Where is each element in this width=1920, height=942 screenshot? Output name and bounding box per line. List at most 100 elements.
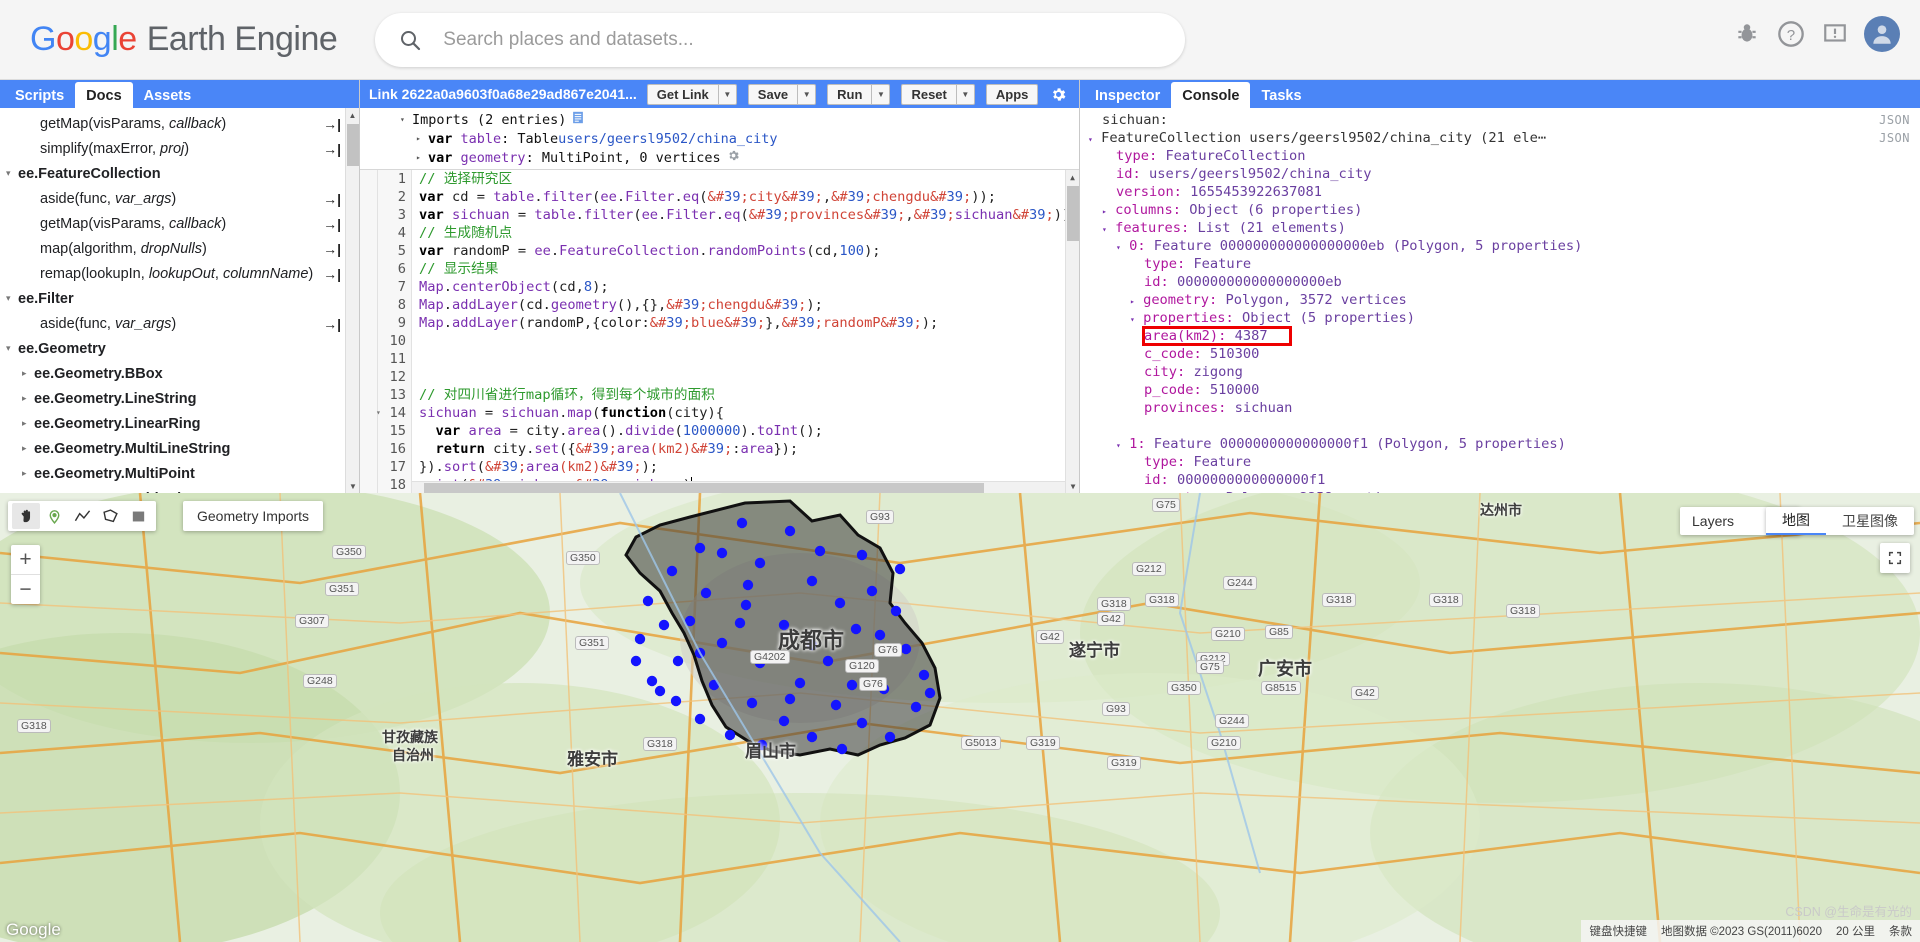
code-area[interactable]: 1234567891011121314▾1516171819202122 // … xyxy=(360,170,1079,493)
map-terms-link[interactable]: 条款 xyxy=(1889,923,1912,939)
code-line[interactable]: Map.centerObject(cd,8); xyxy=(419,278,1079,296)
code-line[interactable]: var cd = table.filter(ee.Filter.eq(&#39;… xyxy=(419,188,1079,206)
console-line[interactable]: ▾ 0: Feature 000000000000000000eb (Polyg… xyxy=(1080,237,1920,255)
polygon-draw-icon[interactable] xyxy=(96,503,124,529)
docs-tree-item[interactable]: getMap(visParams, callback) →| xyxy=(0,111,359,136)
code-line[interactable]: var area = city.area().divide(1000000).t… xyxy=(419,422,1079,440)
chevron-right-icon[interactable]: ▸ xyxy=(1130,297,1135,306)
chevron-right-icon[interactable]: ▸ xyxy=(1102,207,1107,216)
code-line[interactable]: }).sort(&#39;area(km2)&#39;); xyxy=(419,458,1079,476)
docs-tree-item[interactable]: ▾ ee.Filter xyxy=(0,286,359,311)
chevron-right-icon[interactable]: ▸ xyxy=(22,468,34,479)
avatar[interactable] xyxy=(1864,16,1900,52)
geometry-imports-button[interactable]: Geometry Imports xyxy=(183,501,324,531)
fullscreen-button[interactable] xyxy=(1880,543,1910,573)
point-marker-icon[interactable] xyxy=(40,503,68,529)
code-line[interactable]: // 选择研究区 xyxy=(419,170,1079,188)
basemap-satellite-button[interactable]: 卫星图像 xyxy=(1826,507,1914,535)
docs-tree-item[interactable]: remap(lookupIn, lookupOut, columnName) →| xyxy=(0,261,359,286)
chevron-down-icon[interactable]: ▾ xyxy=(6,293,18,304)
code-line[interactable]: Map.addLayer(cd.geometry(),{},&#39;cheng… xyxy=(419,296,1079,314)
console-line[interactable]: ▾ properties: Object (5 properties) xyxy=(1080,309,1920,327)
console-line[interactable]: version: 1655453922637081 xyxy=(1080,183,1920,201)
code-horizontal-scrollbar[interactable] xyxy=(412,481,1065,493)
scroll-up-icon[interactable]: ▲ xyxy=(346,108,359,122)
rectangle-draw-icon[interactable] xyxy=(124,503,152,529)
docs-tree-item[interactable]: map(algorithm, dropNulls) →| xyxy=(0,236,359,261)
pan-hand-icon[interactable] xyxy=(12,503,40,529)
code-scroll-thumb[interactable] xyxy=(1067,186,1079,241)
console-line[interactable]: ▾ 1: Feature 0000000000000000f1 (Polygon… xyxy=(1080,435,1920,453)
import-expand-icon[interactable]: ▸ xyxy=(416,134,428,143)
chevron-down-icon[interactable]: ▾ xyxy=(1102,225,1107,234)
imports-doc-icon[interactable] xyxy=(572,111,584,128)
console-line[interactable]: id: 0000000000000000f1 xyxy=(1080,471,1920,489)
chevron-right-icon[interactable]: ▸ xyxy=(22,368,34,379)
geometry-settings-icon[interactable] xyxy=(727,149,740,166)
code-line[interactable]: // 生成随机点 xyxy=(419,224,1079,242)
map-canvas[interactable] xyxy=(0,493,1920,942)
docs-tree-item[interactable]: ▸ ee.Geometry.MultiPoint xyxy=(0,461,359,486)
line-draw-icon[interactable] xyxy=(68,503,96,529)
console-line[interactable]: type: Feature xyxy=(1080,453,1920,471)
apps-button[interactable]: Apps xyxy=(985,83,1039,105)
imports-header[interactable]: ▾ Imports (2 entries) xyxy=(360,110,1079,129)
code-line[interactable]: Map.addLayer(randomP,{color:&#39;blue&#3… xyxy=(419,314,1079,332)
run-caret-icon[interactable]: ▼ xyxy=(872,83,891,105)
json-badge[interactable]: JSON xyxy=(1879,111,1910,129)
console-line[interactable]: type: Feature xyxy=(1080,255,1920,273)
docs-tree-item[interactable]: ▸ ee.Geometry.LineString xyxy=(0,386,359,411)
console-line[interactable]: id: 000000000000000000eb xyxy=(1080,273,1920,291)
code-line[interactable]: var randomP = ee.FeatureCollection.rando… xyxy=(419,242,1079,260)
scroll-thumb[interactable] xyxy=(347,124,359,166)
map-view[interactable]: Geometry Imports + − Layers 地图 卫星图像 Goog… xyxy=(0,493,1920,942)
docs-tree-item[interactable]: aside(func, var_args) →| xyxy=(0,311,359,336)
chevron-right-icon[interactable]: ▸ xyxy=(22,393,34,404)
tab-tasks[interactable]: Tasks xyxy=(1250,82,1312,108)
chevron-down-icon[interactable]: ▾ xyxy=(1130,315,1135,324)
reset-caret-icon[interactable]: ▼ xyxy=(956,83,975,105)
console-line[interactable]: type: FeatureCollection xyxy=(1080,147,1920,165)
code-line[interactable]: // 对四川省进行map循环，得到每个城市的面积 xyxy=(419,386,1079,404)
docs-tree-item[interactable]: ▾ ee.Geometry xyxy=(0,336,359,361)
chevron-down-icon[interactable]: ▾ xyxy=(1088,135,1093,144)
code-scroll-down-icon[interactable]: ▼ xyxy=(1066,479,1079,493)
feedback-icon[interactable] xyxy=(1820,19,1850,49)
import-asset-path[interactable]: users/geersl9502/china_city xyxy=(558,131,777,147)
get-link-caret-icon[interactable]: ▼ xyxy=(718,83,737,105)
code-fold-icon[interactable]: ▾ xyxy=(376,404,381,422)
reset-button[interactable]: Reset xyxy=(901,83,957,105)
run-button[interactable]: Run xyxy=(827,83,873,105)
docs-tree-item[interactable]: ▸ ee.Geometry.LinearRing xyxy=(0,411,359,436)
code-line[interactable] xyxy=(419,332,1079,350)
tab-docs[interactable]: Docs xyxy=(75,82,133,108)
docs-tree-item[interactable]: ▸ee.Geometry.MultiPolygon xyxy=(0,486,359,494)
console-line[interactable]: ▾ features: List (21 elements) xyxy=(1080,219,1920,237)
docs-tree[interactable]: getMap(visParams, callback) →| simplify(ma… xyxy=(0,108,359,493)
bug-icon[interactable] xyxy=(1732,19,1762,49)
json-badge[interactable]: JSON xyxy=(1879,129,1910,147)
docs-tree-item[interactable]: aside(func, var_args) →| xyxy=(0,186,359,211)
docs-tree-item[interactable]: ▸ ee.Geometry.MultiLineString xyxy=(0,436,359,461)
console-line[interactable]: p_code: 510000 xyxy=(1080,381,1920,399)
chevron-down-icon[interactable]: ▾ xyxy=(1116,441,1121,450)
tab-inspector[interactable]: Inspector xyxy=(1084,82,1171,108)
tab-console[interactable]: Console xyxy=(1171,82,1251,108)
code-text[interactable]: // 选择研究区 var cd = table.filter(ee.Filter.… xyxy=(412,170,1079,493)
console-line[interactable]: ▾ FeatureCollection users/geersl9502/chi… xyxy=(1080,129,1920,147)
code-hscroll-thumb[interactable] xyxy=(424,483,984,493)
save-caret-icon[interactable]: ▼ xyxy=(798,83,817,105)
chevron-right-icon[interactable]: ▸ xyxy=(22,443,34,454)
import-row[interactable]: ▸ var table : Table users/geersl9502/chi… xyxy=(360,129,1079,148)
console-line[interactable]: c_code: 510300 xyxy=(1080,345,1920,363)
get-link-button[interactable]: Get Link xyxy=(646,83,719,105)
console-line[interactable]: ▸ columns: Object (6 properties) xyxy=(1080,201,1920,219)
console-line[interactable]: area(km2): 4387 xyxy=(1080,327,1920,345)
docs-tree-item[interactable]: getMap(visParams, callback) →| xyxy=(0,211,359,236)
basemap-map-button[interactable]: 地图 xyxy=(1766,507,1826,535)
console-line[interactable] xyxy=(1080,417,1920,435)
console-line[interactable]: ▸ geometry: Polygon, 3572 vertices xyxy=(1080,291,1920,309)
console-line[interactable]: city: zigong xyxy=(1080,363,1920,381)
console-line[interactable]: sichuan: JSON xyxy=(1080,111,1920,129)
zoom-out-button[interactable]: − xyxy=(11,575,40,604)
